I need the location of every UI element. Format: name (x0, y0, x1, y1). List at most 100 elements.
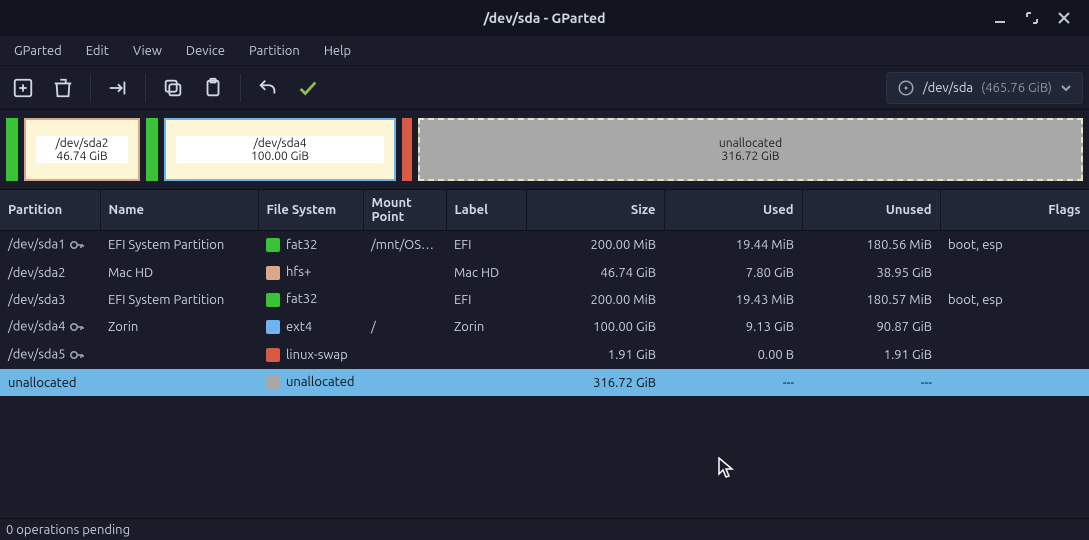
cell-mountpoint (363, 369, 446, 396)
menu-gparted[interactable]: GParted (6, 40, 70, 62)
menu-device[interactable]: Device (178, 40, 233, 62)
toolbar-separator (145, 74, 146, 102)
cell-partition: /dev/sda5 (0, 341, 100, 369)
toolbar: /dev/sda (465.76 GiB) (0, 66, 1089, 110)
disk-icon (897, 79, 915, 97)
window-title: /dev/sda - GParted (484, 10, 606, 26)
partition-table: Partition Name File System Mount Point L… (0, 190, 1089, 396)
table-row[interactable]: /dev/sda5 linux-swap1.91 GiB0.00 B1.91 G… (0, 341, 1089, 369)
statusbar: 0 operations pending (0, 518, 1089, 540)
cell-name (100, 369, 258, 396)
cell-flags (940, 259, 1089, 286)
cell-unused: 180.57 MiB (802, 286, 940, 313)
cell-unused: --- (802, 369, 940, 396)
disk-selector[interactable]: /dev/sda (465.76 GiB) (886, 72, 1083, 104)
col-used[interactable]: Used (664, 190, 802, 231)
new-partition-button[interactable] (6, 71, 40, 105)
cell-used: 0.00 B (664, 341, 802, 369)
cell-label: EFI (446, 286, 526, 313)
undo-button[interactable] (251, 71, 285, 105)
cell-partition: /dev/sda3 (0, 286, 100, 313)
cell-name: Zorin (100, 313, 258, 341)
disk-path: /dev/sda (923, 81, 973, 95)
toolbar-separator (90, 74, 91, 102)
cell-size: 200.00 MiB (526, 286, 664, 313)
fs-swatch (266, 266, 280, 280)
titlebar: /dev/sda - GParted (0, 0, 1089, 36)
cell-partition: unallocated (0, 369, 100, 396)
col-size[interactable]: Size (526, 190, 664, 231)
cell-unused: 1.91 GiB (802, 341, 940, 369)
pv-unallocated[interactable]: unallocated 316.72 GiB (418, 118, 1083, 181)
toolbar-separator (240, 74, 241, 102)
pv-sda4[interactable]: /dev/sda4 100.00 GiB (164, 118, 396, 181)
resize-move-button[interactable] (101, 71, 135, 105)
paste-button[interactable] (196, 71, 230, 105)
table-row[interactable]: /dev/sda4 Zorinext4/Zorin100.00 GiB9.13 … (0, 313, 1089, 341)
table-row[interactable]: /dev/sda2Mac HDhfs+Mac HD46.74 GiB7.80 G… (0, 259, 1089, 286)
menu-view[interactable]: View (125, 40, 170, 62)
cell-size: 316.72 GiB (526, 369, 664, 396)
cell-name (100, 341, 258, 369)
cell-size: 46.74 GiB (526, 259, 664, 286)
copy-button[interactable] (156, 71, 190, 105)
maximize-button[interactable] (1023, 9, 1041, 27)
cell-size: 100.00 GiB (526, 313, 664, 341)
col-label[interactable]: Label (446, 190, 526, 231)
cell-size: 1.91 GiB (526, 341, 664, 369)
pv-size: 46.74 GiB (56, 150, 107, 163)
pv-label: /dev/sda4 (253, 137, 306, 150)
key-icon (69, 237, 85, 253)
fs-swatch (266, 376, 280, 390)
col-flags[interactable]: Flags (940, 190, 1089, 231)
menu-help[interactable]: Help (316, 40, 359, 62)
partition-table-wrap: Partition Name File System Mount Point L… (0, 190, 1089, 518)
delete-partition-button[interactable] (46, 71, 80, 105)
col-filesystem[interactable]: File System (258, 190, 363, 231)
pv-sda1[interactable] (6, 118, 18, 181)
menu-edit[interactable]: Edit (78, 40, 117, 62)
chevron-down-icon (1060, 82, 1072, 94)
cell-label (446, 341, 526, 369)
table-row[interactable]: /dev/sda1 EFI System Partitionfat32/mnt/… (0, 231, 1089, 260)
fs-swatch (266, 293, 280, 307)
cell-label: Mac HD (446, 259, 526, 286)
cell-used: 9.13 GiB (664, 313, 802, 341)
pv-sda2[interactable]: /dev/sda2 46.74 GiB (24, 118, 140, 181)
col-partition[interactable]: Partition (0, 190, 100, 231)
cell-name: EFI System Partition (100, 231, 258, 260)
cell-used: 7.80 GiB (664, 259, 802, 286)
partition-visual: /dev/sda2 46.74 GiB /dev/sda4 100.00 GiB… (0, 110, 1089, 190)
cell-flags (940, 341, 1089, 369)
minimize-button[interactable] (991, 9, 1009, 27)
pv-sda3[interactable] (146, 118, 158, 181)
cell-filesystem: unallocated (258, 369, 363, 396)
menu-partition[interactable]: Partition (241, 40, 308, 62)
cell-used: --- (664, 369, 802, 396)
close-button[interactable] (1055, 9, 1073, 27)
table-row[interactable]: /dev/sda3EFI System Partitionfat32EFI200… (0, 286, 1089, 313)
disk-size: (465.76 GiB) (981, 81, 1052, 95)
apply-button[interactable] (291, 71, 325, 105)
cell-unused: 90.87 GiB (802, 313, 940, 341)
cell-used: 19.44 MiB (664, 231, 802, 260)
pv-sda5[interactable] (402, 118, 412, 181)
col-unused[interactable]: Unused (802, 190, 940, 231)
cell-filesystem: fat32 (258, 286, 363, 313)
cell-name: Mac HD (100, 259, 258, 286)
cell-mountpoint (363, 259, 446, 286)
pv-label: unallocated (719, 137, 782, 150)
cell-flags: boot, esp (940, 231, 1089, 260)
cell-mountpoint: /mnt/OSX... (363, 231, 446, 260)
cell-filesystem: hfs+ (258, 259, 363, 286)
titlebar-controls (991, 0, 1083, 36)
col-name[interactable]: Name (100, 190, 258, 231)
col-mountpoint[interactable]: Mount Point (363, 190, 446, 231)
cell-used: 19.43 MiB (664, 286, 802, 313)
cell-mountpoint: / (363, 313, 446, 341)
cell-filesystem: ext4 (258, 313, 363, 341)
pv-label: /dev/sda2 (55, 137, 108, 150)
table-row[interactable]: unallocatedunallocated316.72 GiB------ (0, 369, 1089, 396)
fs-swatch (266, 238, 280, 252)
cell-filesystem: fat32 (258, 231, 363, 260)
